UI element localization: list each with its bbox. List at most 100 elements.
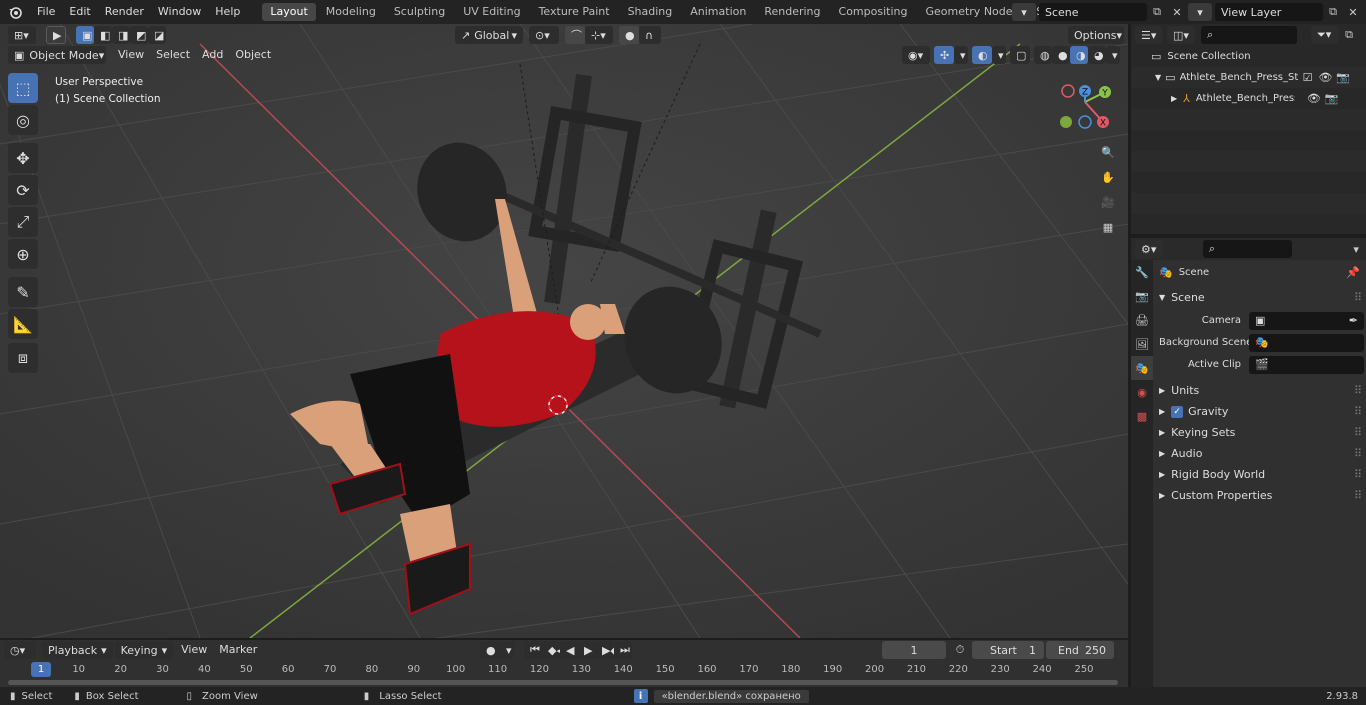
- properties-editor-type-button[interactable]: ⚙▾: [1135, 240, 1163, 258]
- viewport-menu-view[interactable]: View: [112, 46, 150, 64]
- camera-render-icon[interactable]: 📷: [1325, 92, 1339, 105]
- cursor-tool[interactable]: ◎: [8, 105, 38, 135]
- units-panel-header[interactable]: ▶ Units ⠿: [1159, 380, 1364, 401]
- neg-x-handle[interactable]: [1061, 84, 1075, 98]
- shading-rendered-icon[interactable]: ◕: [1088, 46, 1106, 64]
- editor-type-button[interactable]: ⊞▾: [8, 26, 36, 44]
- drag-handle-icon[interactable]: ⠿: [1354, 447, 1362, 460]
- viewport-menu-add[interactable]: Add: [196, 46, 229, 64]
- shading-solid-icon[interactable]: ●: [1052, 46, 1070, 64]
- viewport-menu-select[interactable]: Select: [150, 46, 196, 64]
- filter-dropdown[interactable]: ⏷▾: [1311, 26, 1339, 44]
- camera-view-icon[interactable]: 🎥: [1097, 191, 1119, 213]
- select-mode-tweak-icon[interactable]: ▶: [46, 26, 66, 44]
- menu-help[interactable]: Help: [208, 0, 247, 24]
- select-invert-icon[interactable]: ◩: [130, 26, 148, 44]
- overlay-dropdown[interactable]: ▾: [992, 46, 1006, 64]
- 3d-viewport[interactable]: ⊞▾ ▶ ▣ ◧ ◨ ◩ ◪ ↗ Global ▾ ⊙▾ ⌒ ⊹▾ ● ∩ Op…: [0, 24, 1128, 638]
- delete-scene-icon[interactable]: ✕: [1167, 3, 1187, 21]
- visibility-dropdown[interactable]: ◉▾: [902, 46, 930, 64]
- tab-modeling[interactable]: Modeling: [318, 3, 384, 21]
- transform-tool[interactable]: ⊕: [8, 239, 38, 269]
- outliner-row-armature[interactable]: ▶ ⅄ Athlete_Bench_Press_Str 👁 📷: [1131, 88, 1366, 109]
- select-new-icon[interactable]: ▣: [76, 26, 94, 44]
- status-message[interactable]: «blender.blend» сохранено: [653, 689, 809, 703]
- camera-render-icon[interactable]: 📷: [1336, 71, 1350, 84]
- tab-sculpting[interactable]: Sculpting: [386, 3, 453, 21]
- select-box-tool[interactable]: ⬚: [8, 73, 38, 103]
- expand-arrow-icon[interactable]: ▶: [1171, 94, 1177, 103]
- eyedropper-icon[interactable]: ✒: [1349, 314, 1358, 327]
- keying-sets-panel-header[interactable]: ▶ Keying Sets ⠿: [1159, 422, 1364, 443]
- camera-field[interactable]: ▣ ✒: [1249, 311, 1364, 330]
- add-cube-tool[interactable]: ⧈: [8, 343, 38, 373]
- tab-geometry-nodes[interactable]: Geometry Nodes: [917, 3, 1026, 21]
- tab-texture-icon[interactable]: ▩: [1131, 404, 1153, 428]
- tab-compositing[interactable]: Compositing: [831, 3, 916, 21]
- navigation-gizmo[interactable]: Z Y X: [1055, 80, 1115, 132]
- select-intersect-icon[interactable]: ◪: [148, 26, 166, 44]
- tab-view-layer-icon[interactable]: 🖼: [1131, 332, 1153, 356]
- audio-panel-header[interactable]: ▶ Audio ⠿: [1159, 443, 1364, 464]
- include-checkbox-icon[interactable]: ☑: [1303, 71, 1313, 84]
- neg-y-handle[interactable]: [1060, 116, 1072, 128]
- pin-icon[interactable]: 📌: [1346, 266, 1360, 279]
- pan-hand-icon[interactable]: ✋: [1097, 166, 1119, 188]
- menu-file[interactable]: File: [30, 0, 62, 24]
- tab-shading[interactable]: Shading: [620, 3, 681, 21]
- scale-tool[interactable]: ⤢: [8, 207, 38, 237]
- eye-icon[interactable]: 👁: [1307, 92, 1321, 105]
- gizmo-dropdown[interactable]: ▾: [954, 46, 968, 64]
- overlay-toggle-icon[interactable]: ◐: [972, 46, 992, 64]
- pivot-point-dropdown[interactable]: ⊙▾: [529, 26, 559, 44]
- outliner-row-scene-collection[interactable]: ▭ Scene Collection: [1131, 46, 1366, 67]
- tab-world-icon[interactable]: ◉: [1131, 380, 1153, 404]
- shading-dropdown[interactable]: ▾: [1106, 46, 1120, 64]
- shading-wireframe-icon[interactable]: ◍: [1034, 46, 1052, 64]
- falloff-dropdown[interactable]: ∩: [639, 26, 661, 44]
- neg-z-handle[interactable]: [1078, 115, 1092, 129]
- tab-render-icon[interactable]: 📷: [1131, 284, 1153, 308]
- new-collection-icon[interactable]: ⧉: [1339, 26, 1359, 44]
- eye-icon[interactable]: 👁: [1318, 71, 1332, 84]
- new-scene-icon[interactable]: ⧉: [1147, 3, 1167, 21]
- xray-toggle-icon[interactable]: ▢: [1010, 46, 1030, 64]
- measure-tool[interactable]: 📐: [8, 309, 38, 339]
- menu-edit[interactable]: Edit: [62, 0, 97, 24]
- outliner-row-collection[interactable]: ▼ ▭ Athlete_Bench_Press_Straight ☑ 👁 📷: [1131, 67, 1366, 88]
- scene-panel-header[interactable]: ▼ Scene ⠿: [1159, 287, 1364, 308]
- move-tool[interactable]: ✥: [8, 143, 38, 173]
- object-mode-dropdown[interactable]: ▣ Object Mode ▾: [8, 46, 106, 64]
- gizmo-toggle-icon[interactable]: ✣: [934, 46, 954, 64]
- transform-orientation-dropdown[interactable]: ↗ Global ▾: [455, 26, 523, 44]
- tab-scene-icon[interactable]: 🎭: [1131, 356, 1153, 380]
- menu-render[interactable]: Render: [98, 0, 151, 24]
- scene-name-field[interactable]: Scene: [1039, 3, 1147, 21]
- new-view-layer-icon[interactable]: ⧉: [1323, 3, 1343, 21]
- background-scene-field[interactable]: 🎭: [1249, 333, 1364, 352]
- delete-view-layer-icon[interactable]: ✕: [1343, 3, 1363, 21]
- drag-handle-icon[interactable]: ⠿: [1354, 384, 1362, 397]
- gravity-checkbox[interactable]: ✓: [1171, 405, 1184, 418]
- tab-uv-editing[interactable]: UV Editing: [455, 3, 528, 21]
- properties-search-input[interactable]: ⌕: [1202, 240, 1293, 258]
- outliner-editor-type-button[interactable]: ☰▾: [1135, 26, 1163, 44]
- snap-toggle-icon[interactable]: ⌒: [565, 26, 585, 44]
- drag-handle-icon[interactable]: ⠿: [1354, 291, 1362, 304]
- perspective-toggle-icon[interactable]: ▦: [1097, 216, 1119, 238]
- drag-handle-icon[interactable]: ⠿: [1354, 489, 1362, 502]
- shading-material-icon[interactable]: ◑: [1070, 46, 1088, 64]
- view-layer-field[interactable]: View Layer: [1215, 3, 1323, 21]
- drag-handle-icon[interactable]: ⠿: [1354, 426, 1362, 439]
- drag-handle-icon[interactable]: ⠿: [1354, 468, 1362, 481]
- select-extend-icon[interactable]: ◧: [94, 26, 112, 44]
- tab-output-icon[interactable]: 🖨: [1131, 308, 1153, 332]
- outliner-search-input[interactable]: ⌕: [1201, 26, 1297, 44]
- viewport-menu-object[interactable]: Object: [229, 46, 277, 64]
- tab-animation[interactable]: Animation: [682, 3, 754, 21]
- custom-properties-panel-header[interactable]: ▶ Custom Properties ⠿: [1159, 485, 1364, 506]
- rotate-tool[interactable]: ⟳: [8, 175, 38, 205]
- properties-options-dropdown[interactable]: ▾: [1346, 240, 1366, 258]
- tab-rendering[interactable]: Rendering: [756, 3, 828, 21]
- proportional-edit-icon[interactable]: ●: [619, 26, 639, 44]
